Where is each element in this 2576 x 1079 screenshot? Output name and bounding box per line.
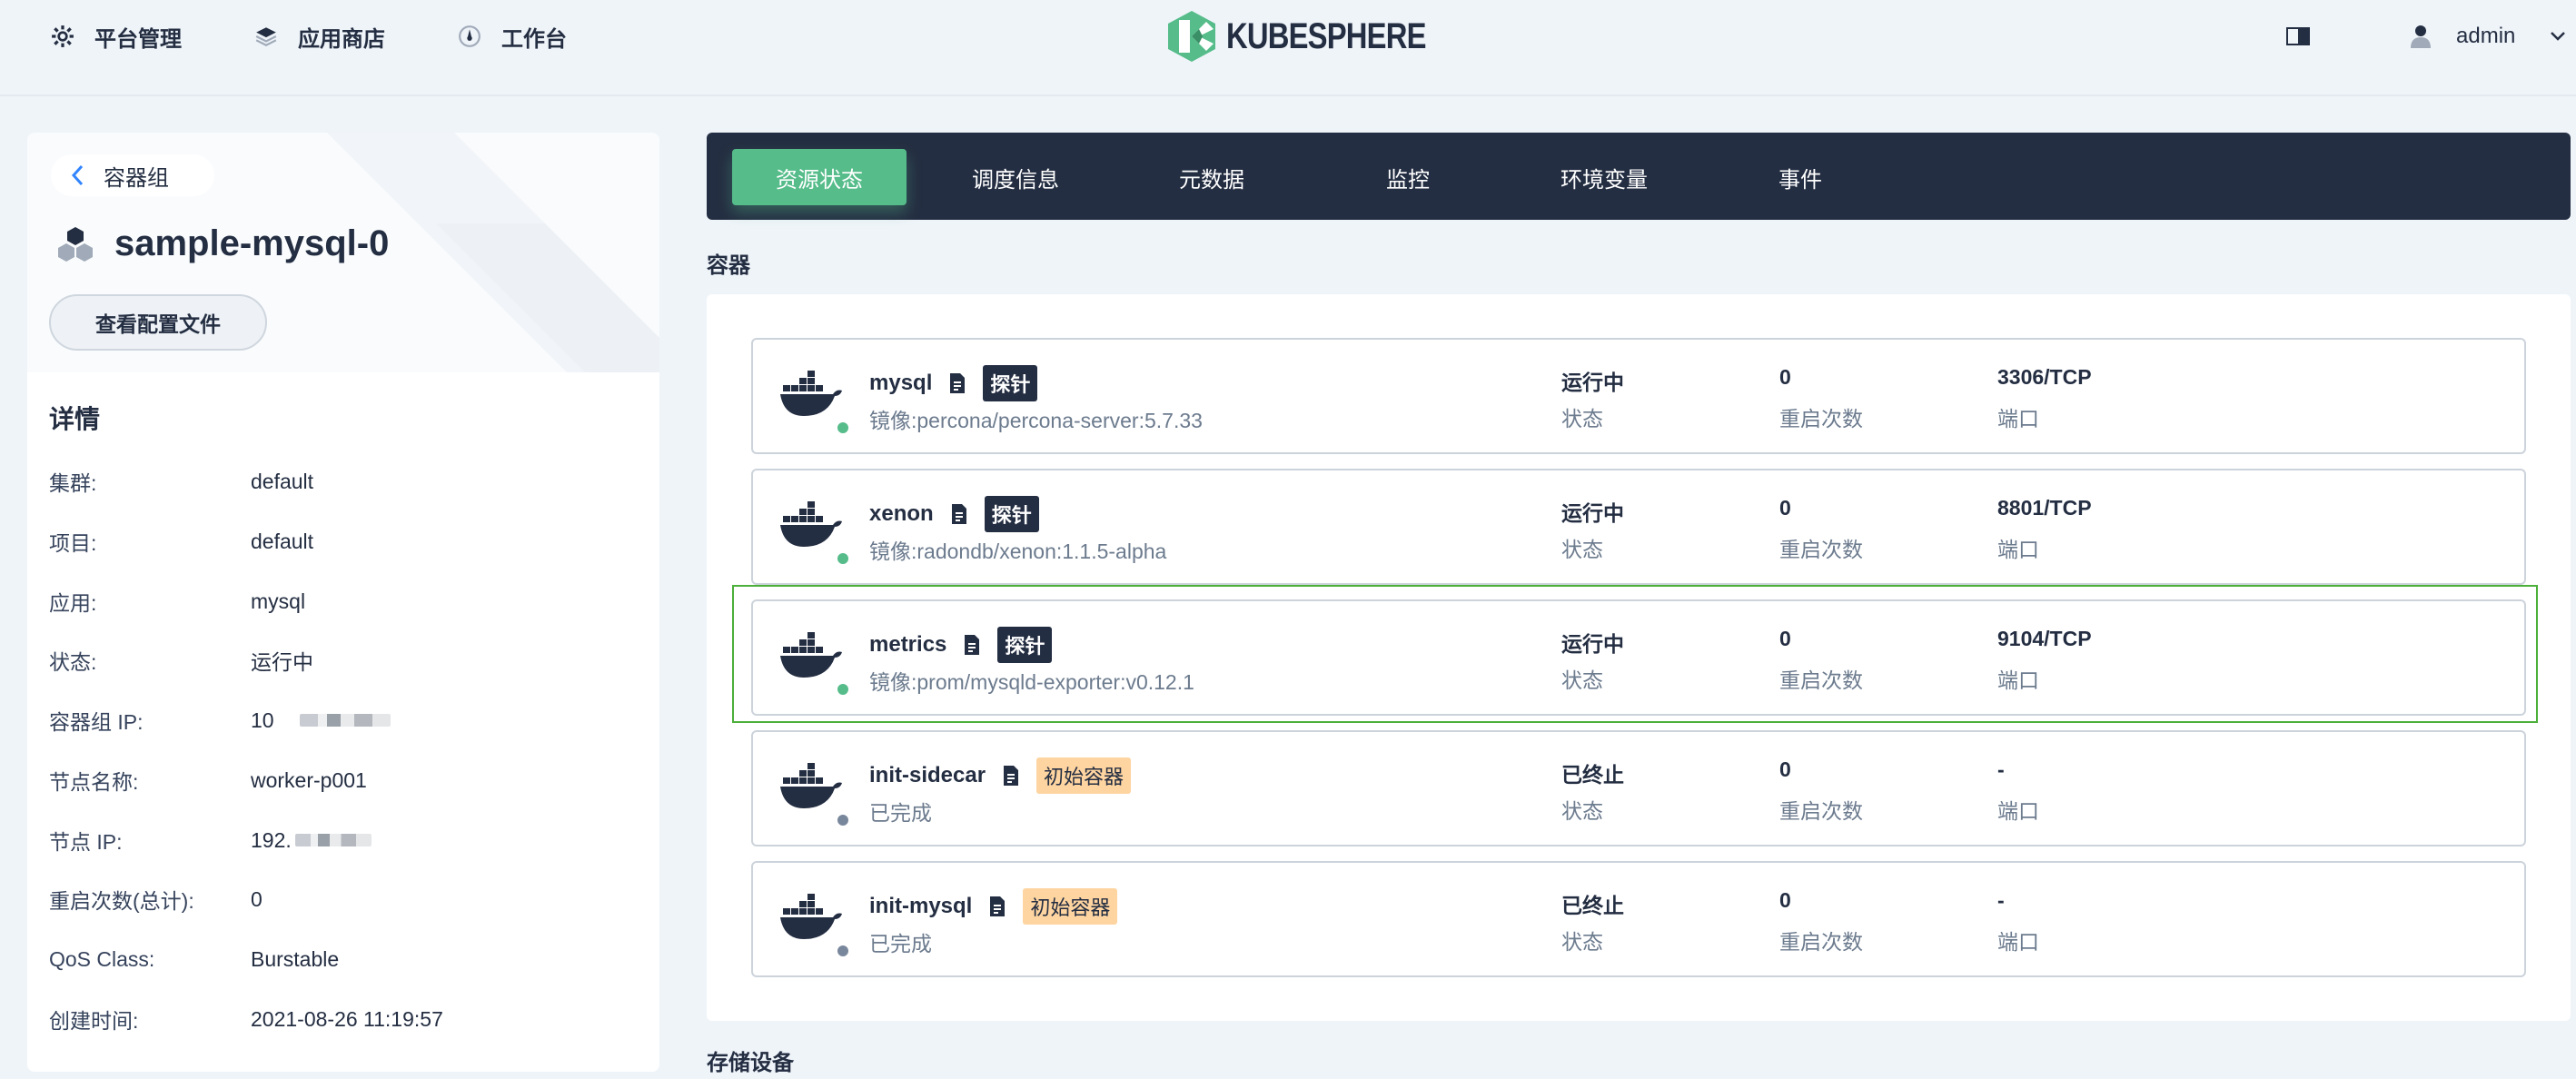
page-title: sample-mysql-0: [56, 223, 389, 264]
status-column: 已终止 状态: [1561, 763, 1624, 823]
detail-row-restarts: 重启次数(总计): 0: [49, 886, 263, 914]
detail-row-project: 项目: default: [49, 529, 314, 556]
nav-divider: [0, 94, 2576, 96]
status-dot: [835, 812, 851, 828]
docker-icon: [780, 894, 842, 939]
status-dot: [835, 420, 851, 436]
detail-row-status: 状态: 运行中: [49, 650, 313, 674]
detail-row-app: 应用: mysql: [49, 589, 306, 616]
restarts-column: 0 重启次数: [1779, 757, 1863, 823]
init-container-badge: 初始容器: [1023, 888, 1118, 925]
tab-resource-status[interactable]: 资源状态: [732, 149, 907, 205]
nav-appstore[interactable]: 应用商店: [254, 0, 385, 73]
selection-highlight: [732, 585, 2538, 723]
storage-section-title: 存储设备: [707, 1051, 794, 1075]
probe-badge: 探针: [983, 365, 1038, 401]
container-card[interactable]: xenon 探针 镜像:radondb/xenon:1.1.5-alpha 运行…: [751, 469, 2526, 585]
detail-row-pod-ip: 容器组 IP: 10: [49, 704, 391, 737]
tab-monitoring[interactable]: 监控: [1321, 149, 1495, 205]
pod-name: sample-mysql-0: [114, 223, 390, 263]
detail-row-node-ip: 节点 IP: 192.: [49, 824, 372, 856]
tab-bar: 资源状态 调度信息 元数据 监控 环境变量 事件: [707, 133, 2571, 220]
containers-section-title: 容器: [707, 253, 750, 278]
file-icon[interactable]: [948, 372, 966, 394]
docs-button[interactable]: [2285, 0, 2311, 73]
chevron-left-icon: [71, 164, 84, 186]
container-image: 镜像:percona/percona-server:5.7.33: [869, 409, 1203, 432]
detail-row-created: 创建时间: 2021-08-26 11:19:57: [49, 1006, 443, 1034]
top-nav: 平台管理 应用商店 工作台 KUBESPHERE admin: [0, 0, 2576, 73]
back-label: 容器组: [104, 165, 169, 191]
pod-icon: [58, 226, 93, 262]
status-column: 运行中 状态: [1561, 371, 1624, 431]
nav-platform-label: 平台管理: [94, 26, 182, 52]
port-column: 3306/TCP 端口: [1997, 365, 2092, 431]
kubesphere-logo-icon: [1168, 11, 1215, 62]
tab-env-vars[interactable]: 环境变量: [1517, 149, 1691, 205]
port-column: - 端口: [1997, 888, 2039, 954]
user-icon: [2411, 25, 2431, 48]
status-column: 运行中 状态: [1561, 501, 1624, 561]
layers-icon: [255, 27, 277, 46]
container-name-row: xenon 探针: [869, 496, 1039, 532]
detail-row-qos: QoS Class: Burstable: [49, 946, 340, 971]
kubesphere-logo[interactable]: KUBESPHERE: [1166, 7, 1470, 65]
restarts-column: 0 重启次数: [1779, 365, 1863, 431]
tab-scheduling[interactable]: 调度信息: [928, 149, 1103, 205]
nav-appstore-label: 应用商店: [298, 26, 385, 52]
detail-row-node-name: 节点名称: worker-p001: [49, 767, 367, 795]
docker-icon: [780, 501, 842, 547]
pod-header-card: 容器组 sample-mysql-0 查看配置文件: [27, 133, 659, 372]
file-icon[interactable]: [950, 503, 968, 525]
container-card[interactable]: init-mysql 初始容器 已完成 已终止 状态 0 重启次数 - 端口: [751, 861, 2526, 977]
tab-metadata[interactable]: 元数据: [1125, 149, 1299, 205]
view-config-button[interactable]: 查看配置文件: [49, 294, 267, 351]
restarts-column: 0 重启次数: [1779, 496, 1863, 561]
nav-workbench-label: 工作台: [501, 26, 567, 52]
chevron-down-icon: [2551, 32, 2566, 41]
dashboard-icon: [459, 25, 481, 47]
docker-icon: [780, 371, 842, 416]
probe-badge: 探针: [984, 496, 1039, 532]
container-name: init-sidecar: [869, 763, 986, 787]
tab-events[interactable]: 事件: [1713, 149, 1887, 205]
container-state: 已完成: [869, 932, 932, 955]
container-card[interactable]: init-sidecar 初始容器 已完成 已终止 状态 0 重启次数 - 端口: [751, 730, 2526, 846]
logo-text: KUBESPHERE: [1226, 15, 1426, 56]
container-name: xenon: [869, 501, 934, 526]
details-panel: 详情 集群: default 项目: default 应用: mysql 状态: 运行中…: [27, 372, 659, 1072]
port-column: 8801/TCP 端口: [1997, 496, 2092, 561]
details-title: 详情: [49, 405, 101, 433]
user-menu[interactable]: admin: [2411, 0, 2566, 73]
nav-workbench[interactable]: 工作台: [458, 0, 567, 73]
redacted-ip: [294, 834, 372, 846]
container-name: mysql: [869, 371, 933, 395]
gear-icon: [52, 25, 74, 47]
redacted-ip: [299, 714, 391, 727]
container-image: 镜像:radondb/xenon:1.1.5-alpha: [869, 540, 1167, 563]
file-icon[interactable]: [1002, 765, 1020, 787]
status-dot: [835, 550, 851, 567]
book-icon: [2286, 27, 2310, 45]
container-name-row: init-mysql 初始容器: [869, 888, 1118, 925]
container-name: init-mysql: [869, 894, 973, 918]
container-state: 已完成: [869, 801, 932, 825]
detail-row-cluster: 集群: default: [49, 469, 314, 496]
username: admin: [2456, 24, 2516, 48]
back-button[interactable]: 容器组: [51, 154, 214, 196]
restarts-column: 0 重启次数: [1779, 888, 1863, 954]
port-column: - 端口: [1997, 757, 2039, 823]
status-dot: [835, 943, 851, 959]
nav-platform[interactable]: 平台管理: [51, 0, 182, 73]
container-name-row: mysql 探针: [869, 365, 1038, 401]
container-name-row: init-sidecar 初始容器: [869, 757, 1132, 794]
container-card[interactable]: mysql 探针 镜像:percona/percona-server:5.7.3…: [751, 338, 2526, 454]
init-container-badge: 初始容器: [1036, 757, 1132, 794]
docker-icon: [780, 763, 842, 808]
file-icon[interactable]: [988, 896, 1006, 917]
status-column: 已终止 状态: [1561, 894, 1624, 954]
